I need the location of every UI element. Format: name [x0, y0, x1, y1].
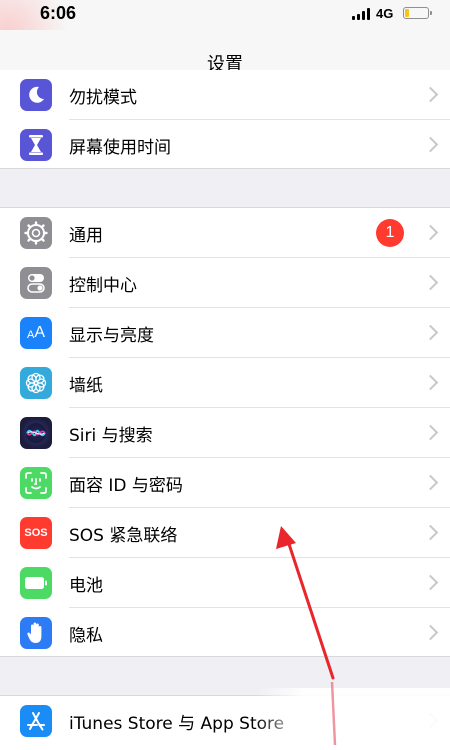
face-id-icon: [20, 467, 52, 499]
toggles-icon: [20, 267, 52, 299]
network-type: 4G: [376, 6, 394, 21]
text-size-icon: AA: [20, 317, 52, 349]
signal-icon: [352, 8, 370, 20]
chevron-right-icon: [422, 374, 439, 391]
row-control-center[interactable]: 控制中心: [0, 258, 450, 308]
row-label: 控制中心: [69, 275, 137, 296]
chevron-right-icon: [422, 624, 439, 641]
chevron-right-icon: [422, 324, 439, 341]
battery-status-icon: [403, 7, 432, 19]
row-label: 通用: [69, 225, 103, 246]
chevron-right-icon: [422, 524, 439, 541]
row-label: 面容 ID 与密码: [69, 475, 183, 496]
settings-group-focus: 勿扰模式 屏幕使用时间: [0, 70, 450, 168]
flower-icon: [20, 367, 52, 399]
row-battery[interactable]: 电池: [0, 558, 450, 608]
sos-icon: SOS: [20, 517, 52, 549]
row-wallpaper[interactable]: 墙纸: [0, 358, 450, 408]
status-bar: 6:06 4G: [0, 0, 450, 110]
status-time: 6:06: [40, 3, 77, 23]
row-label: 电池: [69, 575, 103, 596]
battery-icon: [20, 567, 52, 599]
row-label: iTunes Store 与 App Store: [69, 713, 285, 734]
image-smudge: [255, 688, 450, 750]
row-general[interactable]: 通用 1: [0, 208, 450, 258]
row-label: SOS 紧急联络: [69, 525, 178, 546]
row-siri-search[interactable]: Siri 与搜索: [0, 408, 450, 458]
chevron-right-icon: [422, 474, 439, 491]
row-emergency-sos[interactable]: SOS SOS 紧急联络: [0, 508, 450, 558]
chevron-right-icon: [422, 274, 439, 291]
chevron-right-icon: [422, 86, 439, 103]
row-label: Siri 与搜索: [69, 425, 153, 446]
hourglass-icon: [20, 129, 52, 161]
row-do-not-disturb[interactable]: 勿扰模式: [0, 70, 450, 120]
moon-icon: [20, 79, 52, 111]
siri-icon: [20, 417, 52, 449]
chevron-right-icon: [422, 424, 439, 441]
row-display-brightness[interactable]: AA 显示与亮度: [0, 308, 450, 358]
row-label: 显示与亮度: [69, 325, 154, 346]
app-store-icon: [20, 705, 52, 737]
row-label: 屏幕使用时间: [69, 137, 171, 158]
chevron-right-icon: [422, 136, 439, 153]
chevron-right-icon: [422, 574, 439, 591]
hand-icon: [20, 617, 52, 649]
row-label: 隐私: [69, 625, 103, 646]
row-label: 墙纸: [69, 375, 103, 396]
row-privacy[interactable]: 隐私: [0, 608, 450, 658]
row-face-id-passcode[interactable]: 面容 ID 与密码: [0, 458, 450, 508]
settings-group-general: 通用 1 控制中心 AA 显示与亮度 墙纸 Siri 与搜索 面容 ID 与密码…: [0, 208, 450, 656]
row-label: 勿扰模式: [69, 87, 137, 108]
gear-icon: [20, 217, 52, 249]
row-screen-time[interactable]: 屏幕使用时间: [0, 120, 450, 170]
chevron-right-icon: [422, 224, 439, 241]
update-badge: 1: [376, 219, 404, 247]
